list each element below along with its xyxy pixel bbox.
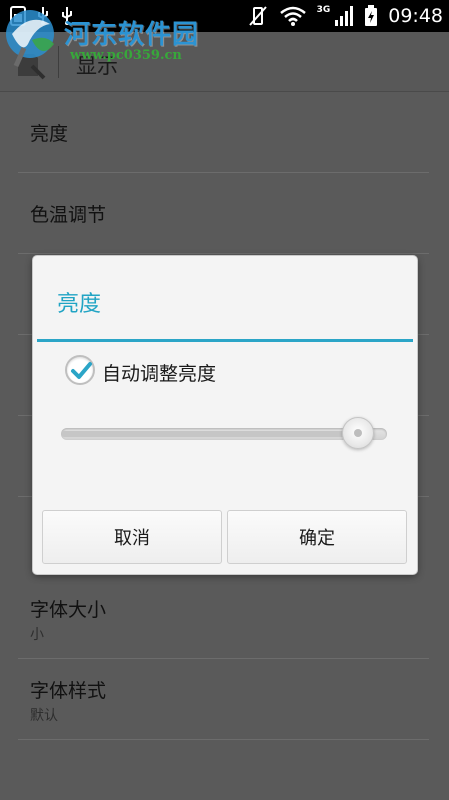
divider bbox=[18, 739, 429, 740]
settings-item-label: 亮度 bbox=[30, 123, 69, 145]
network-type-label: 3G bbox=[316, 5, 331, 15]
watermark-url: www.pc0359.cn bbox=[70, 48, 182, 63]
brightness-dialog: 亮度 自动调整亮度 取消 确定 bbox=[33, 256, 417, 574]
brightness-slider-fill bbox=[61, 431, 359, 437]
vibrate-mute-icon bbox=[248, 6, 267, 26]
settings-item-color-temperature[interactable]: 色温调节 bbox=[0, 173, 449, 254]
settings-item-brightness[interactable]: 亮度 bbox=[0, 92, 449, 173]
settings-item-font-size[interactable]: 字体大小 小 bbox=[0, 578, 449, 659]
watermark-logo bbox=[6, 10, 54, 68]
auto-brightness-label[interactable]: 自动调整亮度 bbox=[102, 359, 216, 386]
battery-icon bbox=[365, 5, 378, 26]
brightness-slider-thumb[interactable] bbox=[342, 417, 375, 449]
dialog-title: 亮度 bbox=[57, 292, 102, 317]
settings-item-font-style[interactable]: 字体样式 默认 bbox=[0, 659, 449, 740]
clock: 09:48 bbox=[388, 5, 443, 27]
settings-item-label: 色温调节 bbox=[30, 204, 107, 226]
settings-item-summary: 小 bbox=[30, 627, 44, 643]
brightness-slider[interactable] bbox=[61, 417, 387, 449]
checkmark-icon bbox=[71, 362, 92, 379]
watermark-title: 河东软件园 bbox=[64, 20, 200, 50]
watermark: 河东软件园 www.pc0359.cn bbox=[0, 0, 210, 74]
signal-icon bbox=[335, 6, 354, 26]
wifi-icon bbox=[279, 6, 306, 26]
cancel-button[interactable]: 取消 bbox=[42, 510, 222, 564]
settings-item-label: 字体大小 bbox=[30, 599, 107, 621]
settings-item-label: 字体样式 bbox=[30, 680, 107, 702]
ok-button[interactable]: 确定 bbox=[227, 510, 407, 564]
auto-brightness-checkbox[interactable] bbox=[65, 355, 95, 385]
settings-item-summary: 默认 bbox=[30, 708, 58, 724]
dialog-title-divider bbox=[37, 339, 413, 342]
